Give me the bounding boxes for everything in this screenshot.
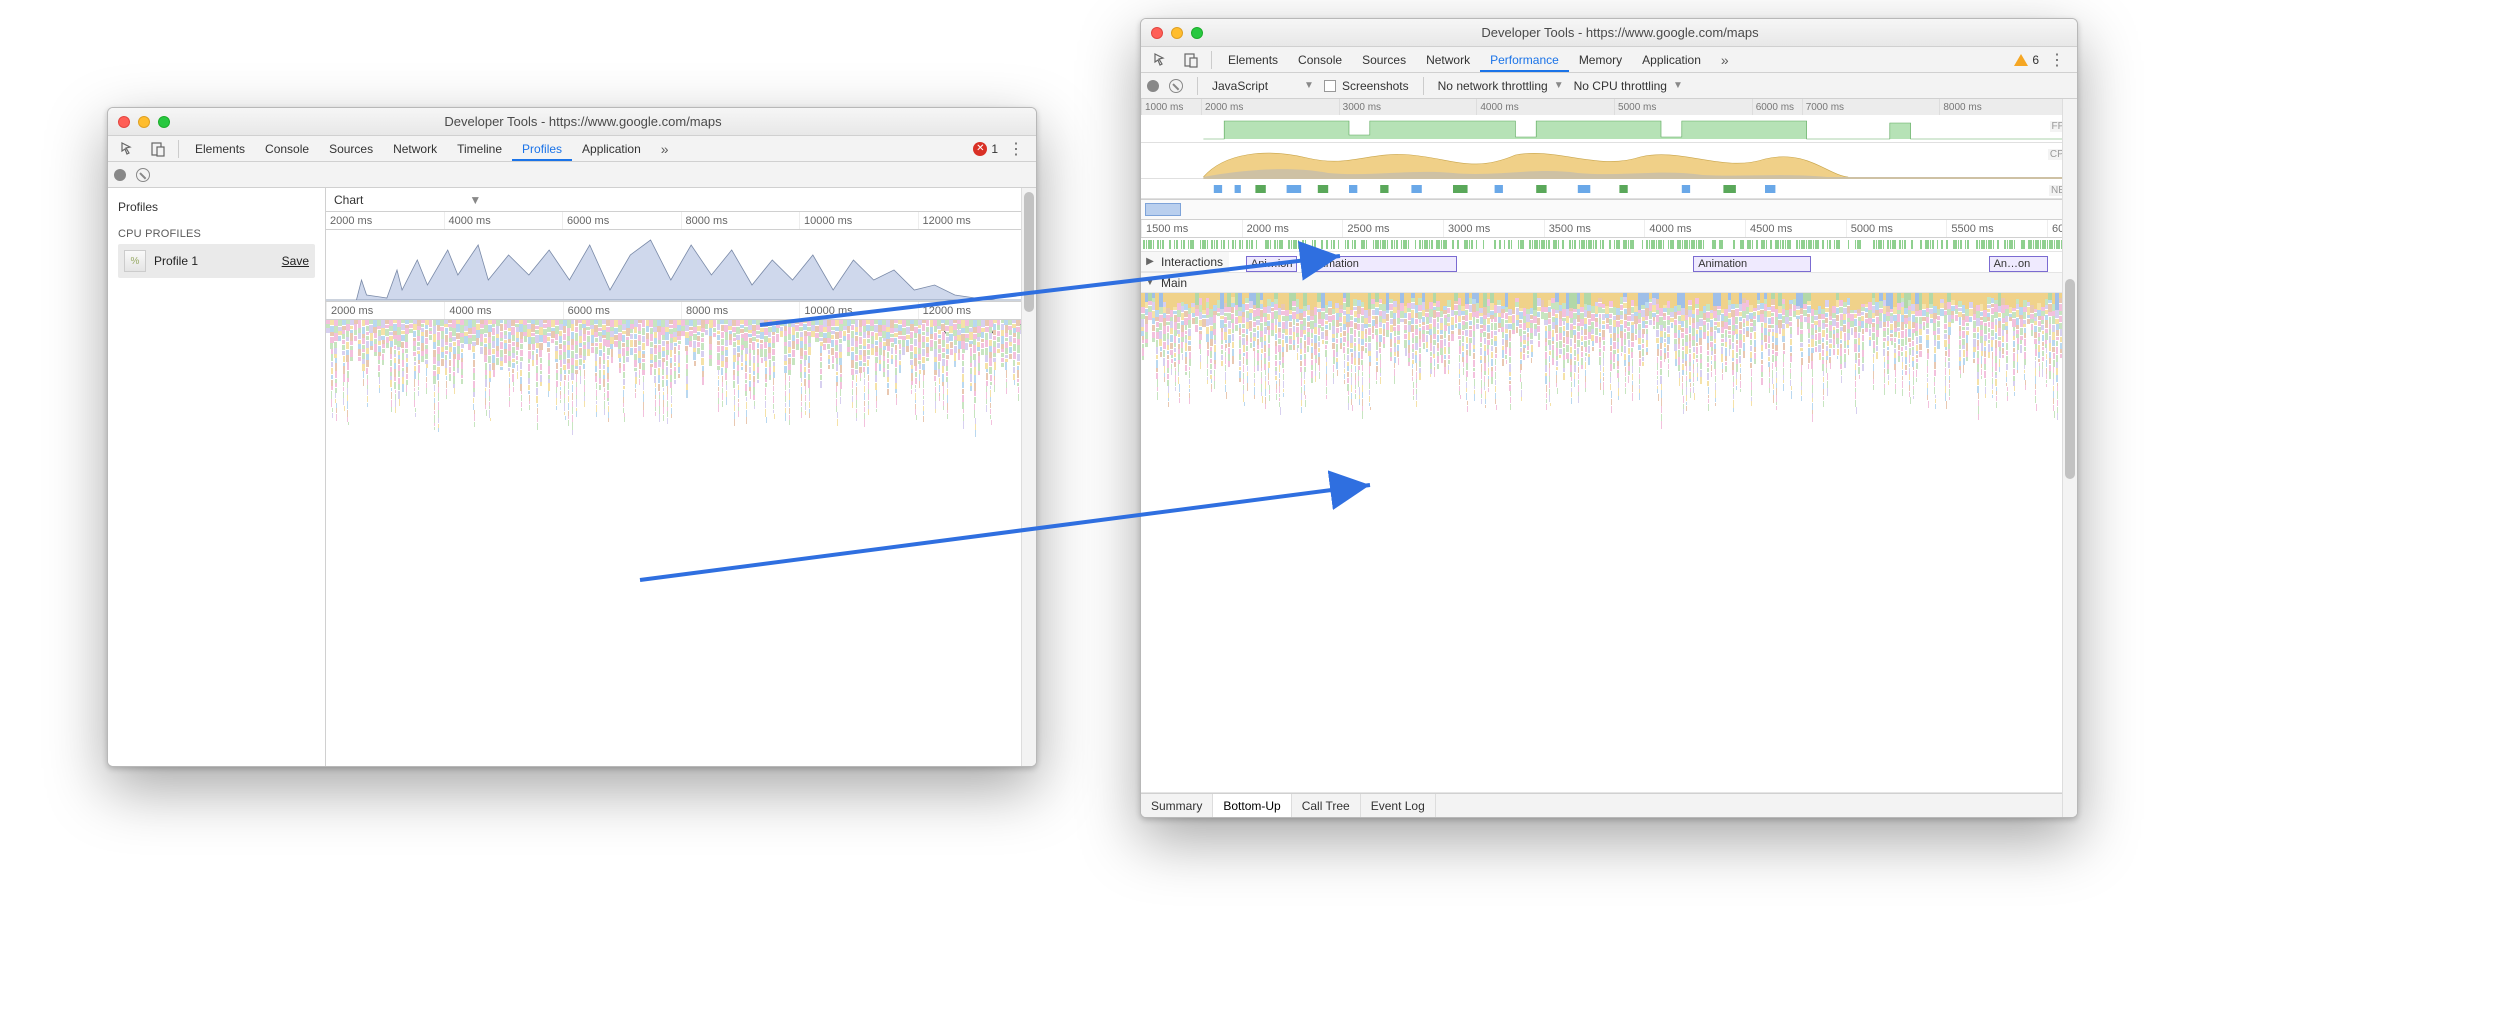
vertical-scrollbar[interactable] — [1021, 188, 1036, 766]
vertical-scrollbar[interactable] — [2062, 99, 2077, 817]
overview-ruler: 2000 ms 4000 ms 6000 ms 8000 ms 10000 ms… — [326, 212, 1036, 230]
tab-event-log[interactable]: Event Log — [1361, 794, 1436, 817]
bottom-tabs: Summary Bottom-Up Call Tree Event Log — [1141, 793, 2077, 817]
tab-elements[interactable]: Elements — [185, 136, 255, 161]
range-slider[interactable] — [1141, 200, 2077, 220]
chevron-down-icon: ▼ — [1673, 80, 1683, 91]
kebab-menu-icon[interactable]: ⋮ — [2049, 50, 2065, 70]
tab-application[interactable]: Application — [1632, 47, 1711, 72]
main-flame-chart[interactable] — [1141, 293, 2077, 792]
close-icon[interactable] — [1151, 27, 1163, 39]
detail-ruler: 2000 ms 4000 ms 6000 ms 8000 ms 10000 ms… — [326, 302, 1036, 320]
detail-ruler: 1500 ms 2000 ms 2500 ms 3000 ms 3500 ms … — [1141, 220, 2077, 238]
record-icon[interactable] — [114, 169, 126, 181]
screenshots-label: Screenshots — [1342, 79, 1409, 93]
devtools-toolbar: Elements Console Sources Network Perform… — [1141, 47, 2077, 73]
tab-call-tree[interactable]: Call Tree — [1292, 794, 1361, 817]
disclosure-triangle-icon[interactable]: ▶ — [1145, 256, 1155, 267]
profile-save-link[interactable]: Save — [282, 254, 309, 268]
cpu-throttle-label: No CPU throttling — [1574, 79, 1667, 93]
inspect-icon[interactable] — [1147, 48, 1175, 72]
main-track: ▼ Main — [1141, 273, 2077, 793]
animation-block[interactable]: Animation — [1693, 256, 1811, 272]
profile-item-label: Profile 1 — [154, 254, 274, 268]
flame-chart[interactable]: (…) (…) — [326, 320, 1036, 766]
devtools-toolbar: Elements Console Sources Network Timelin… — [108, 136, 1036, 162]
cpu-throttle-dropdown[interactable]: No CPU throttling ▼ — [1574, 79, 1683, 93]
range-handle[interactable] — [1145, 203, 1181, 216]
tab-sources[interactable]: Sources — [1352, 47, 1416, 72]
interactions-label: Interactions — [1161, 255, 1223, 269]
clear-icon[interactable] — [136, 168, 150, 182]
tab-application[interactable]: Application — [572, 136, 651, 161]
javascript-dropdown-label: JavaScript — [1212, 79, 1268, 93]
chevron-down-icon: ▼ — [1304, 80, 1314, 91]
javascript-dropdown[interactable]: JavaScript ▼ — [1212, 79, 1314, 93]
tab-network[interactable]: Network — [1416, 47, 1480, 72]
more-tabs-icon[interactable]: » — [1713, 52, 1737, 68]
scroll-thumb[interactable] — [1024, 192, 1034, 312]
warning-count: 6 — [2032, 53, 2039, 67]
animation-block[interactable]: Animation — [1305, 256, 1457, 272]
tab-console[interactable]: Console — [1288, 47, 1352, 72]
chart-view-selector[interactable]: Chart ▼ — [326, 188, 1036, 212]
maximize-icon[interactable] — [158, 116, 170, 128]
main-label: Main — [1161, 276, 1187, 290]
kebab-menu-icon[interactable]: ⋮ — [1008, 139, 1024, 159]
screenshots-checkbox[interactable]: Screenshots — [1324, 79, 1409, 93]
minimize-icon[interactable] — [138, 116, 150, 128]
cpu-overview-chart[interactable] — [326, 230, 1036, 302]
tab-elements[interactable]: Elements — [1218, 47, 1288, 72]
network-throttle-dropdown[interactable]: No network throttling ▼ — [1438, 79, 1564, 93]
record-icon[interactable] — [1147, 80, 1159, 92]
overview-ruler: 1000 ms 2000 ms 3000 ms 4000 ms 5000 ms … — [1141, 99, 2077, 115]
fps-lane: FPS — [1141, 115, 2077, 143]
track-stripes — [1141, 238, 2077, 252]
animation-block[interactable]: An…on — [1989, 256, 2048, 272]
tab-timeline[interactable]: Timeline — [447, 136, 512, 161]
chevron-down-icon: ▼ — [1554, 80, 1564, 91]
profiles-sidebar: Profiles CPU PROFILES % Profile 1 Save — [108, 188, 326, 766]
performance-overview[interactable]: 1000 ms 2000 ms 3000 ms 4000 ms 5000 ms … — [1141, 99, 2077, 200]
device-mode-icon[interactable] — [1177, 48, 1205, 72]
profiles-subbar — [108, 162, 1036, 188]
tab-bottom-up[interactable]: Bottom-Up — [1213, 794, 1291, 817]
tab-network[interactable]: Network — [383, 136, 447, 161]
window-titlebar: Developer Tools - https://www.google.com… — [1141, 19, 2077, 47]
close-icon[interactable] — [118, 116, 130, 128]
window-titlebar: Developer Tools - https://www.google.com… — [108, 108, 1036, 136]
warning-badge-icon[interactable] — [2014, 54, 2028, 66]
sidebar-section: CPU PROFILES — [118, 218, 315, 244]
tab-profiles[interactable]: Profiles — [512, 136, 572, 161]
disclosure-triangle-icon[interactable]: ▼ — [1145, 277, 1155, 288]
window-title: Developer Tools - https://www.google.com… — [180, 114, 1026, 129]
animation-block[interactable]: Ani…ion — [1246, 256, 1297, 272]
checkbox-icon — [1324, 80, 1336, 92]
tab-console[interactable]: Console — [255, 136, 319, 161]
profile-item[interactable]: % Profile 1 Save — [118, 244, 315, 278]
tab-memory[interactable]: Memory — [1569, 47, 1632, 72]
clear-icon[interactable] — [1169, 79, 1183, 93]
profile-icon: % — [124, 250, 146, 272]
more-tabs-icon[interactable]: » — [653, 141, 677, 157]
error-badge-icon[interactable]: ✕ — [973, 142, 987, 156]
performance-subbar: JavaScript ▼ Screenshots No network thro… — [1141, 73, 2077, 99]
network-throttle-label: No network throttling — [1438, 79, 1548, 93]
tab-performance[interactable]: Performance — [1480, 47, 1569, 72]
tab-summary[interactable]: Summary — [1141, 794, 1213, 817]
minimize-icon[interactable] — [1171, 27, 1183, 39]
maximize-icon[interactable] — [1191, 27, 1203, 39]
device-mode-icon[interactable] — [144, 137, 172, 161]
window-title: Developer Tools - https://www.google.com… — [1213, 25, 2067, 40]
inspect-icon[interactable] — [114, 137, 142, 161]
scroll-thumb[interactable] — [2065, 279, 2075, 479]
chart-view-label: Chart — [334, 193, 363, 207]
net-lane: NET — [1141, 179, 2077, 199]
cpu-lane: CPU — [1141, 143, 2077, 179]
sidebar-heading: Profiles — [118, 196, 315, 218]
error-count: 1 — [991, 142, 998, 156]
tab-sources[interactable]: Sources — [319, 136, 383, 161]
interactions-track: ▶ Interactions Ani…ion Animation Animati… — [1141, 252, 2077, 273]
chevron-down-icon: ▼ — [469, 193, 481, 207]
